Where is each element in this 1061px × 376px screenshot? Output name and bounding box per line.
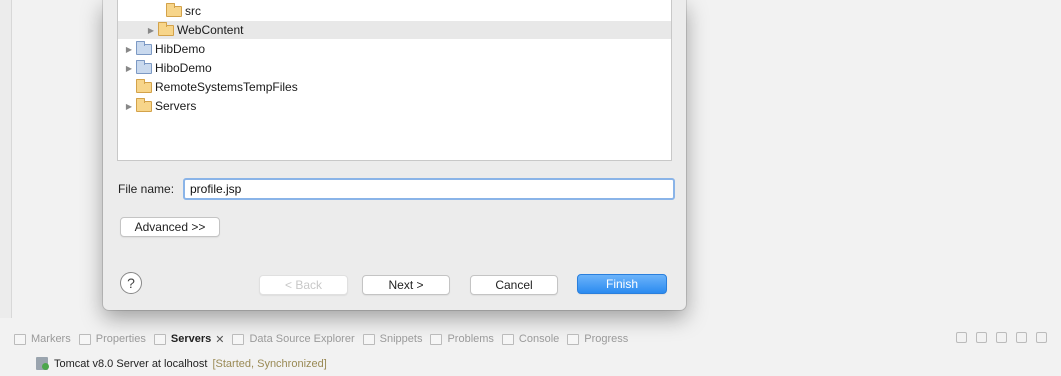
debug-icon[interactable] bbox=[976, 332, 987, 343]
start-icon[interactable] bbox=[996, 332, 1007, 343]
folder-icon bbox=[158, 21, 174, 36]
finish-button[interactable]: Finish bbox=[577, 274, 667, 294]
tree-item-webcontent[interactable]: ▶ WebContent bbox=[118, 21, 671, 39]
folder-icon bbox=[136, 97, 152, 112]
project-icon bbox=[136, 40, 152, 55]
folder-icon bbox=[136, 78, 152, 93]
tab-problems[interactable]: Problems bbox=[430, 333, 494, 345]
help-button[interactable]: ? bbox=[120, 272, 142, 294]
tab-servers[interactable]: Servers ✕ bbox=[153, 333, 224, 346]
project-icon bbox=[136, 59, 152, 74]
new-file-dialog: src ▶ WebContent ▶ HibDemo ▶ HiboDemo Re… bbox=[103, 0, 686, 310]
expand-arrow-icon[interactable]: ▶ bbox=[124, 64, 134, 73]
properties-icon bbox=[78, 333, 91, 345]
profile-icon[interactable] bbox=[1016, 332, 1027, 343]
server-entry[interactable]: Tomcat v8.0 Server at localhost [Started… bbox=[36, 357, 327, 370]
file-name-label: File name: bbox=[118, 182, 175, 196]
tree-item-hibodemo[interactable]: ▶ HiboDemo bbox=[118, 59, 671, 77]
folder-icon bbox=[166, 2, 182, 17]
snippets-icon bbox=[362, 333, 375, 345]
data-source-icon bbox=[232, 333, 245, 345]
tab-snippets[interactable]: Snippets bbox=[362, 333, 422, 345]
stop-icon[interactable] bbox=[1036, 332, 1047, 343]
tab-progress[interactable]: Progress bbox=[567, 333, 628, 345]
progress-icon bbox=[567, 333, 580, 345]
tab-properties[interactable]: Properties bbox=[78, 333, 146, 345]
next-button[interactable]: Next > bbox=[362, 275, 450, 295]
file-name-input[interactable] bbox=[183, 178, 675, 200]
tree-item-src[interactable]: src bbox=[118, 2, 671, 20]
tab-markers[interactable]: Markers bbox=[14, 333, 71, 345]
back-button[interactable]: < Back bbox=[259, 275, 348, 295]
server-icon bbox=[36, 357, 49, 370]
problems-icon bbox=[430, 333, 443, 345]
workbench-edge bbox=[0, 0, 12, 318]
cancel-button[interactable]: Cancel bbox=[470, 275, 558, 295]
project-tree[interactable]: src ▶ WebContent ▶ HibDemo ▶ HiboDemo Re… bbox=[117, 0, 672, 161]
collapse-all-icon[interactable] bbox=[956, 332, 967, 343]
view-toolbar bbox=[956, 332, 1047, 343]
close-icon[interactable]: ✕ bbox=[215, 333, 224, 346]
expand-arrow-icon[interactable]: ▶ bbox=[146, 26, 156, 35]
expand-arrow-icon[interactable]: ▶ bbox=[124, 102, 134, 111]
tree-item-hibdemo[interactable]: ▶ HibDemo bbox=[118, 40, 671, 58]
markers-icon bbox=[14, 333, 26, 345]
views-tabbar: Markers Properties Servers ✕ Data Source… bbox=[0, 320, 1061, 358]
tree-item-remotesystemstempfiles[interactable]: RemoteSystemsTempFiles bbox=[118, 78, 671, 96]
advanced-button[interactable]: Advanced >> bbox=[120, 217, 220, 237]
tab-data-source-explorer[interactable]: Data Source Explorer bbox=[232, 333, 355, 345]
console-icon bbox=[501, 333, 514, 345]
expand-arrow-icon[interactable]: ▶ bbox=[124, 45, 134, 54]
tree-item-servers[interactable]: ▶ Servers bbox=[118, 97, 671, 115]
servers-icon bbox=[153, 333, 166, 345]
tab-console[interactable]: Console bbox=[501, 333, 559, 345]
